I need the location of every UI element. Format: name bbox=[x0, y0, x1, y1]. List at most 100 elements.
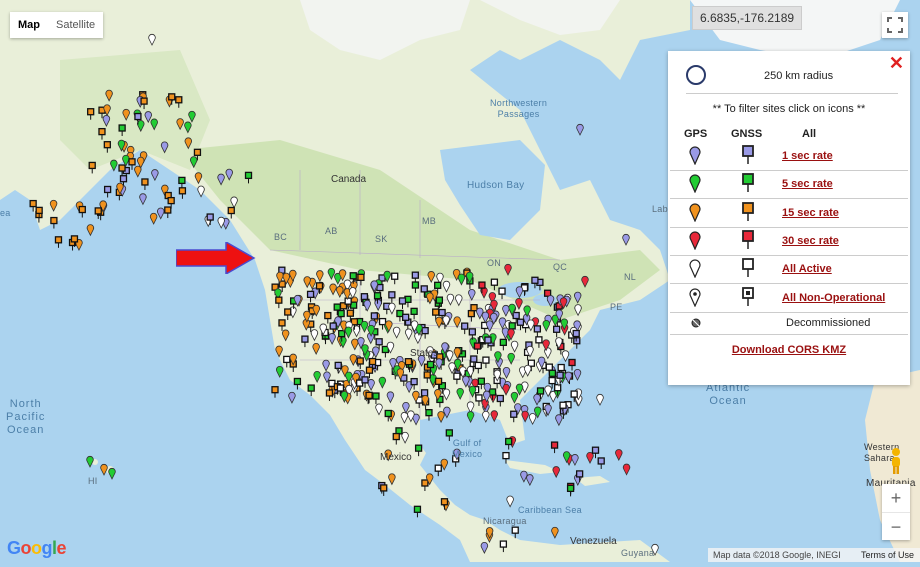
site-marker[interactable] bbox=[103, 141, 111, 153]
site-marker[interactable] bbox=[110, 159, 118, 172]
site-marker[interactable] bbox=[398, 297, 407, 309]
legend-row-5[interactable]: All Non-Operational bbox=[670, 284, 908, 313]
site-marker[interactable] bbox=[455, 294, 463, 307]
site-marker[interactable] bbox=[574, 291, 582, 304]
rate-filter-link[interactable]: 1 sec rate bbox=[782, 150, 833, 162]
site-marker[interactable] bbox=[388, 473, 396, 486]
site-marker[interactable] bbox=[184, 121, 192, 134]
site-marker[interactable] bbox=[217, 216, 225, 229]
site-marker[interactable] bbox=[482, 410, 490, 423]
site-marker[interactable] bbox=[288, 391, 296, 404]
site-marker[interactable] bbox=[446, 350, 454, 363]
site-marker[interactable] bbox=[312, 343, 320, 355]
site-marker[interactable] bbox=[421, 479, 429, 492]
site-marker[interactable] bbox=[54, 236, 63, 248]
radius-row[interactable]: 250 km radius bbox=[686, 65, 898, 94]
site-marker[interactable] bbox=[411, 281, 420, 294]
site-marker[interactable] bbox=[381, 345, 390, 358]
site-marker[interactable] bbox=[336, 286, 344, 298]
site-marker[interactable] bbox=[414, 444, 423, 457]
site-marker[interactable] bbox=[551, 526, 559, 539]
site-marker[interactable] bbox=[425, 409, 433, 421]
site-marker[interactable] bbox=[184, 137, 192, 150]
site-marker[interactable] bbox=[160, 141, 169, 154]
site-marker[interactable] bbox=[271, 386, 279, 398]
site-marker[interactable] bbox=[550, 441, 559, 454]
site-marker[interactable] bbox=[29, 199, 37, 212]
rate-filter-link[interactable]: 5 sec rate bbox=[782, 178, 833, 190]
site-marker[interactable] bbox=[410, 307, 418, 320]
site-marker[interactable] bbox=[278, 319, 286, 331]
site-marker[interactable] bbox=[434, 464, 442, 477]
site-marker[interactable] bbox=[86, 456, 94, 468]
site-marker[interactable] bbox=[615, 449, 623, 462]
site-marker[interactable] bbox=[486, 320, 494, 333]
site-marker[interactable] bbox=[502, 451, 510, 464]
site-marker[interactable] bbox=[367, 379, 375, 392]
site-marker[interactable] bbox=[122, 154, 130, 167]
site-marker[interactable] bbox=[457, 273, 466, 286]
site-marker[interactable] bbox=[329, 322, 337, 335]
site-marker[interactable] bbox=[573, 369, 582, 381]
site-marker[interactable] bbox=[141, 178, 149, 190]
site-marker[interactable] bbox=[414, 332, 422, 345]
site-marker[interactable] bbox=[402, 402, 410, 414]
site-marker[interactable] bbox=[227, 206, 235, 219]
rate-filter-link[interactable]: All Non-Operational bbox=[782, 292, 885, 304]
site-marker[interactable] bbox=[502, 367, 511, 379]
site-marker[interactable] bbox=[334, 361, 342, 374]
gnss-pin-icon[interactable] bbox=[741, 173, 755, 193]
site-marker[interactable] bbox=[316, 270, 324, 283]
site-marker[interactable] bbox=[502, 305, 510, 317]
site-marker[interactable] bbox=[301, 335, 309, 348]
site-marker[interactable] bbox=[357, 273, 365, 286]
site-marker[interactable] bbox=[372, 392, 380, 405]
site-marker[interactable] bbox=[568, 358, 576, 371]
site-marker[interactable] bbox=[506, 495, 514, 508]
site-marker[interactable] bbox=[581, 276, 589, 288]
site-marker[interactable] bbox=[423, 371, 431, 383]
site-marker[interactable] bbox=[329, 283, 337, 296]
site-marker[interactable] bbox=[307, 384, 315, 397]
site-marker[interactable] bbox=[542, 320, 550, 332]
site-marker[interactable] bbox=[515, 286, 524, 299]
site-marker[interactable] bbox=[528, 413, 537, 426]
site-marker[interactable] bbox=[157, 207, 165, 220]
site-marker[interactable] bbox=[144, 111, 152, 124]
site-marker[interactable] bbox=[499, 338, 507, 351]
site-marker[interactable] bbox=[442, 280, 451, 293]
gps-pin-icon[interactable] bbox=[688, 230, 702, 250]
site-marker[interactable] bbox=[533, 393, 541, 406]
site-marker[interactable] bbox=[574, 304, 582, 317]
fullscreen-button[interactable] bbox=[882, 12, 908, 38]
site-marker[interactable] bbox=[400, 411, 409, 424]
site-marker[interactable] bbox=[520, 470, 528, 483]
download-kmz-link[interactable]: Download CORS KMZ bbox=[668, 344, 910, 356]
site-marker[interactable] bbox=[148, 34, 156, 46]
legend-row-4[interactable]: All Active bbox=[670, 255, 908, 285]
site-marker[interactable] bbox=[351, 338, 359, 351]
site-marker[interactable] bbox=[482, 356, 490, 369]
gps-pin-icon[interactable] bbox=[688, 287, 702, 307]
gps-pin-icon[interactable] bbox=[688, 145, 702, 165]
site-marker[interactable] bbox=[50, 216, 58, 229]
site-marker[interactable] bbox=[275, 296, 283, 309]
site-marker[interactable] bbox=[325, 389, 334, 401]
site-marker[interactable] bbox=[388, 291, 396, 303]
site-marker[interactable] bbox=[175, 96, 183, 108]
site-marker[interactable] bbox=[392, 432, 400, 445]
site-marker[interactable] bbox=[88, 161, 96, 174]
site-marker[interactable] bbox=[597, 457, 605, 469]
rate-filter-link[interactable]: All Active bbox=[782, 263, 832, 275]
site-marker[interactable] bbox=[139, 193, 147, 206]
site-marker[interactable] bbox=[356, 357, 364, 369]
site-marker[interactable] bbox=[344, 326, 353, 339]
site-marker[interactable] bbox=[149, 212, 158, 225]
site-marker[interactable] bbox=[576, 124, 584, 136]
gps-pin-icon[interactable] bbox=[688, 173, 702, 194]
legend-row-0[interactable]: 1 sec rate bbox=[670, 142, 908, 171]
site-marker[interactable] bbox=[98, 127, 106, 140]
site-marker[interactable] bbox=[596, 394, 604, 406]
site-marker[interactable] bbox=[391, 272, 399, 285]
site-marker[interactable] bbox=[468, 289, 476, 301]
